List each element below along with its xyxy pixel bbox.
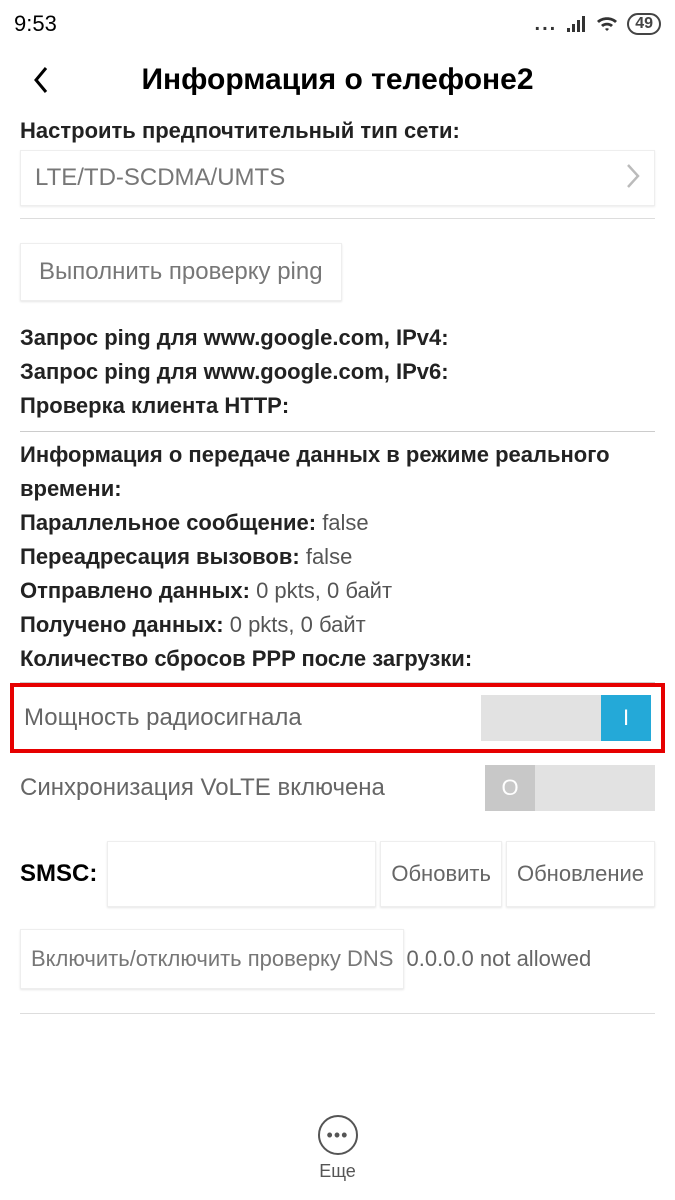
toggle-off-icon: O bbox=[485, 765, 535, 811]
signal-icon bbox=[565, 15, 587, 33]
battery-badge: 49 bbox=[627, 13, 661, 35]
smsc-update-button[interactable]: Обновление bbox=[506, 841, 655, 907]
network-type-select[interactable]: LTE/TD-SCDMA/UMTS bbox=[20, 150, 655, 206]
back-button[interactable] bbox=[16, 56, 64, 104]
dns-value: 0.0.0.0 not allowed bbox=[406, 945, 591, 973]
page-title: Информация о телефоне2 bbox=[64, 63, 659, 97]
more-icon: ••• bbox=[318, 1115, 358, 1155]
network-type-label: Настроить предпочтительный тип сети: bbox=[20, 118, 655, 144]
ppp-reset-label: Количество сбросов PPP после загрузки: bbox=[20, 642, 655, 676]
forward-value: false bbox=[300, 544, 353, 569]
parallel-row: Параллельное сообщение: false bbox=[20, 506, 655, 540]
status-icons: ... 49 bbox=[535, 13, 661, 36]
ping-ipv4-label: Запрос ping для www.google.com, IPv4: bbox=[20, 321, 655, 355]
smsc-row: SMSC: Обновить Обновление bbox=[20, 841, 655, 907]
chevron-right-icon bbox=[626, 163, 640, 194]
radio-power-row: Мощность радиосигнала I bbox=[10, 683, 665, 753]
sent-label: Отправлено данных: bbox=[20, 578, 250, 603]
toggle-on-icon: I bbox=[601, 695, 651, 741]
network-type-value: LTE/TD-SCDMA/UMTS bbox=[35, 164, 626, 192]
status-time: 9:53 bbox=[14, 11, 535, 37]
divider bbox=[20, 218, 655, 219]
ping-button[interactable]: Выполнить проверку ping bbox=[20, 243, 342, 301]
content: Настроить предпочтительный тип сети: LTE… bbox=[0, 112, 675, 1101]
http-check-label: Проверка клиента HTTP: bbox=[20, 389, 655, 423]
wifi-icon bbox=[595, 15, 619, 33]
recv-value: 0 pkts, 0 байт bbox=[224, 612, 366, 637]
dns-row: Включить/отключить проверку DNS 0.0.0.0 … bbox=[20, 929, 655, 989]
more-button[interactable]: ••• Еще bbox=[0, 1101, 675, 1200]
recv-label: Получено данных: bbox=[20, 612, 224, 637]
sim-dots-icon: ... bbox=[535, 13, 558, 36]
radio-power-toggle[interactable]: I bbox=[481, 695, 651, 741]
volte-label: Синхронизация VoLTE включена bbox=[20, 774, 485, 802]
divider bbox=[20, 431, 655, 432]
more-label: Еще bbox=[319, 1161, 356, 1182]
smsc-refresh-button[interactable]: Обновить bbox=[380, 841, 502, 907]
volte-row: Синхронизация VoLTE включена O bbox=[20, 753, 655, 823]
status-bar: 9:53 ... 49 bbox=[0, 0, 675, 48]
volte-toggle[interactable]: O bbox=[485, 765, 655, 811]
forward-row: Переадресация вызовов: false bbox=[20, 540, 655, 574]
smsc-input[interactable] bbox=[107, 841, 376, 907]
recv-row: Получено данных: 0 pkts, 0 байт bbox=[20, 608, 655, 642]
radio-power-label: Мощность радиосигнала bbox=[24, 704, 481, 732]
forward-label: Переадресация вызовов: bbox=[20, 544, 300, 569]
divider bbox=[20, 1013, 655, 1014]
ping-ipv6-label: Запрос ping для www.google.com, IPv6: bbox=[20, 355, 655, 389]
header: Информация о телефоне2 bbox=[0, 48, 675, 112]
sent-value: 0 pkts, 0 байт bbox=[250, 578, 392, 603]
parallel-label: Параллельное сообщение: bbox=[20, 510, 316, 535]
sent-row: Отправлено данных: 0 pkts, 0 байт bbox=[20, 574, 655, 608]
realtime-label: Информация о передаче данных в режиме ре… bbox=[20, 438, 655, 506]
dns-toggle-button[interactable]: Включить/отключить проверку DNS bbox=[20, 929, 404, 989]
parallel-value: false bbox=[316, 510, 369, 535]
smsc-label: SMSC: bbox=[20, 860, 97, 888]
